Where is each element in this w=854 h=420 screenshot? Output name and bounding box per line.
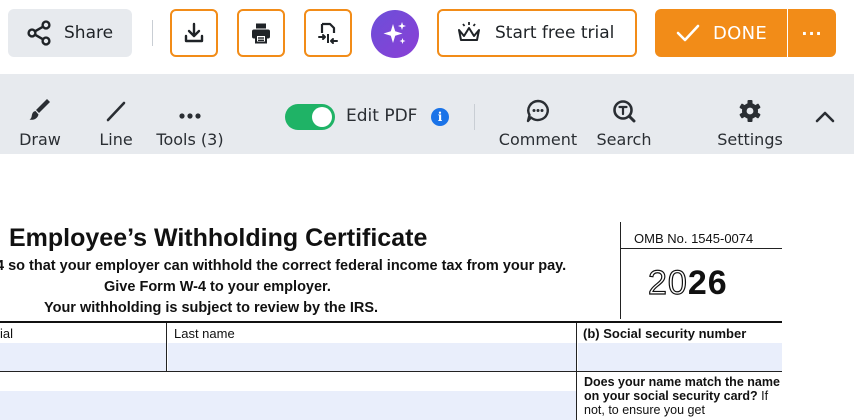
gear-icon [739, 100, 761, 122]
more-dots-icon [179, 113, 201, 119]
file-convert-icon [318, 22, 338, 44]
done-button[interactable]: DONE [655, 9, 787, 57]
tools-label: Tools (3) [156, 130, 224, 149]
last-name-label: Last name [174, 326, 235, 341]
comment-icon [526, 99, 549, 123]
trial-label: Start free trial [495, 23, 615, 43]
last-name-field[interactable] [168, 343, 576, 371]
line-label: Line [99, 130, 133, 149]
more-options-button[interactable]: ··· [788, 9, 836, 57]
draw-label: Draw [19, 130, 61, 149]
crown-icon [458, 22, 480, 41]
download-button[interactable] [170, 9, 218, 57]
divider [152, 20, 153, 46]
done-label: DONE [713, 22, 768, 44]
ssn-field[interactable] [578, 343, 782, 371]
print-button[interactable] [237, 9, 285, 57]
middle-initial-field[interactable] [0, 343, 166, 371]
tax-year: 2026 [647, 263, 728, 303]
line-icon [106, 101, 126, 122]
search-icon [613, 100, 636, 123]
ai-assistant-button[interactable] [371, 10, 419, 58]
printer-icon [252, 23, 270, 44]
chevron-up-icon[interactable] [812, 104, 838, 130]
form-subtitle-line-2: Give Form W-4 to your employer. [104, 279, 331, 295]
omb-number: OMB No. 1545-0074 [634, 231, 754, 246]
tax-year-suffix: 26 [687, 264, 728, 302]
comment-label: Comment [498, 130, 578, 149]
start-free-trial-button[interactable]: Start free trial [437, 9, 637, 57]
comment-tool[interactable]: Comment [495, 92, 581, 149]
tax-year-prefix: 20 [647, 263, 688, 302]
omb-divider [620, 248, 782, 249]
pdf-document-view: Employee’s Withholding Certificate 4 so … [0, 154, 854, 420]
search-tool[interactable]: Search [592, 92, 656, 149]
line-tool[interactable]: Line [93, 92, 139, 149]
edit-pdf-label: Edit PDF [346, 106, 418, 126]
download-icon [184, 22, 204, 43]
cell-divider [166, 323, 167, 371]
form-title: Employee’s Withholding Certificate [9, 224, 428, 252]
more-dots-icon: ··· [801, 23, 823, 43]
share-icon [27, 20, 51, 46]
form-rule [0, 321, 782, 323]
divider [474, 104, 475, 130]
share-label: Share [64, 23, 114, 43]
draw-tool[interactable]: Draw [14, 92, 66, 149]
search-label: Search [596, 130, 652, 149]
editor-toolbar: Draw Line Tools (3) Edit PDF i Comment S… [0, 74, 854, 154]
settings-tool[interactable]: Settings [712, 92, 788, 149]
toggle-knob [312, 107, 332, 127]
info-icon[interactable]: i [431, 108, 449, 126]
form-subtitle-line-1: 4 so that your employer can withhold the… [0, 258, 567, 274]
note-bold: Does your name match the name on your so… [584, 375, 780, 403]
checkmark-icon [676, 24, 700, 42]
top-action-bar: Share Start free trial DONE ··· [0, 0, 854, 74]
edit-pdf-toggle[interactable] [285, 104, 335, 130]
middle-initial-label: ial [0, 326, 14, 341]
convert-button[interactable] [304, 9, 352, 57]
settings-label: Settings [717, 130, 783, 149]
tools-menu[interactable]: Tools (3) [152, 92, 228, 149]
share-button[interactable]: Share [8, 9, 132, 57]
address-field[interactable] [0, 391, 576, 420]
row-divider [0, 371, 782, 372]
brush-icon [29, 99, 50, 120]
sparkles-icon [383, 22, 406, 44]
form-subtitle-line-3: Your withholding is subject to review by… [44, 300, 379, 316]
ssn-label: (b) Social security number [583, 326, 747, 341]
name-match-note: Does your name match the name on your so… [584, 375, 784, 417]
